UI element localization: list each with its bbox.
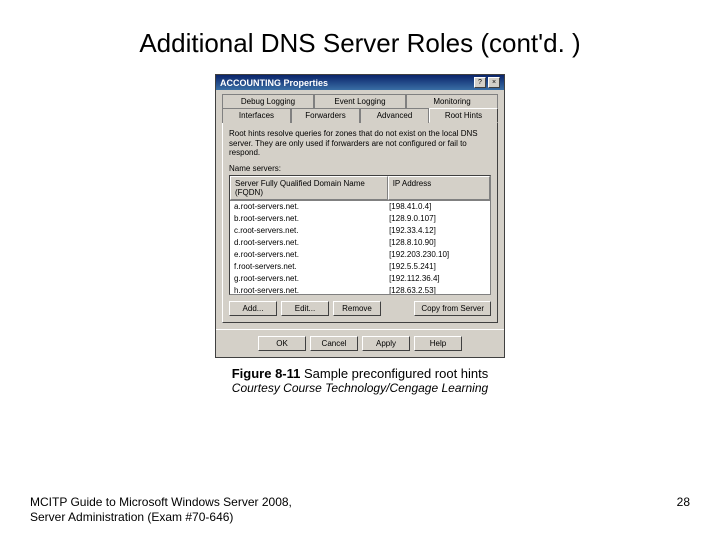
table-row[interactable]: f.root-servers.net.[192.5.5.241]: [230, 261, 490, 273]
cell-ip: [192.5.5.241]: [389, 261, 486, 273]
table-row[interactable]: h.root-servers.net.[128.63.2.53]: [230, 285, 490, 295]
window-controls: ? ×: [474, 77, 500, 88]
table-row[interactable]: b.root-servers.net.[128.9.0.107]: [230, 213, 490, 225]
cell-fqdn: d.root-servers.net.: [234, 237, 389, 249]
footer-text: MCITP Guide to Microsoft Windows Server …: [30, 495, 330, 524]
apply-button[interactable]: Apply: [362, 336, 410, 351]
column-ip[interactable]: IP Address: [388, 176, 490, 200]
column-fqdn[interactable]: Server Fully Qualified Domain Name (FQDN…: [230, 176, 388, 200]
cell-fqdn: a.root-servers.net.: [234, 201, 389, 213]
cell-fqdn: e.root-servers.net.: [234, 249, 389, 261]
table-row[interactable]: d.root-servers.net.[128.8.10.90]: [230, 237, 490, 249]
name-servers-label: Name servers:: [229, 164, 491, 173]
dialog-button-row: OK Cancel Apply Help: [216, 329, 504, 357]
cell-fqdn: c.root-servers.net.: [234, 225, 389, 237]
tab-forwarders[interactable]: Forwarders: [291, 108, 360, 123]
list-buttons-row: Add... Edit... Remove Copy from Server: [229, 301, 491, 316]
root-hints-panel: Root hints resolve queries for zones tha…: [222, 122, 498, 323]
cell-fqdn: b.root-servers.net.: [234, 213, 389, 225]
figure-title: Sample preconfigured root hints: [300, 366, 488, 381]
tab-advanced[interactable]: Advanced: [360, 108, 429, 123]
edit-button[interactable]: Edit...: [281, 301, 329, 316]
cell-ip: [128.8.10.90]: [389, 237, 486, 249]
tab-monitoring[interactable]: Monitoring: [406, 94, 498, 108]
page-number: 28: [677, 495, 690, 524]
add-button[interactable]: Add...: [229, 301, 277, 316]
cell-fqdn: h.root-servers.net.: [234, 285, 389, 295]
dialog-title: ACCOUNTING Properties: [220, 78, 328, 88]
properties-dialog: ACCOUNTING Properties ? × Debug Logging …: [215, 74, 505, 358]
table-row[interactable]: c.root-servers.net.[192.33.4.12]: [230, 225, 490, 237]
cancel-button[interactable]: Cancel: [310, 336, 358, 351]
list-header: Server Fully Qualified Domain Name (FQDN…: [230, 176, 490, 201]
remove-button[interactable]: Remove: [333, 301, 381, 316]
table-row[interactable]: a.root-servers.net.[198.41.0.4]: [230, 201, 490, 213]
cell-fqdn: g.root-servers.net.: [234, 273, 389, 285]
help-window-button[interactable]: ?: [474, 77, 486, 88]
cell-ip: [192.33.4.12]: [389, 225, 486, 237]
cell-ip: [192.112.36.4]: [389, 273, 486, 285]
table-row[interactable]: e.root-servers.net.[192.203.230.10]: [230, 249, 490, 261]
figure-caption: Figure 8-11 Sample preconfigured root hi…: [0, 366, 720, 395]
cell-ip: [128.63.2.53]: [389, 285, 486, 295]
cell-ip: [128.9.0.107]: [389, 213, 486, 225]
figure-courtesy: Courtesy Course Technology/Cengage Learn…: [0, 381, 720, 395]
panel-description: Root hints resolve queries for zones tha…: [229, 129, 491, 158]
help-button[interactable]: Help: [414, 336, 462, 351]
name-servers-list[interactable]: Server Fully Qualified Domain Name (FQDN…: [229, 175, 491, 295]
tab-debug-logging[interactable]: Debug Logging: [222, 94, 314, 108]
cell-ip: [198.41.0.4]: [389, 201, 486, 213]
copy-from-server-button[interactable]: Copy from Server: [414, 301, 491, 316]
slide-footer: MCITP Guide to Microsoft Windows Server …: [30, 495, 690, 524]
cell-fqdn: f.root-servers.net.: [234, 261, 389, 273]
tab-event-logging[interactable]: Event Logging: [314, 94, 406, 108]
tab-interfaces[interactable]: Interfaces: [222, 108, 291, 123]
slide-title: Additional DNS Server Roles (cont'd. ): [0, 0, 720, 69]
figure-number: Figure 8-11: [232, 366, 301, 381]
table-row[interactable]: g.root-servers.net.[192.112.36.4]: [230, 273, 490, 285]
dialog-titlebar: ACCOUNTING Properties ? ×: [216, 75, 504, 90]
close-window-button[interactable]: ×: [488, 77, 500, 88]
tab-root-hints[interactable]: Root Hints: [429, 108, 498, 123]
tab-strip: Debug Logging Event Logging Monitoring I…: [222, 94, 498, 123]
cell-ip: [192.203.230.10]: [389, 249, 486, 261]
ok-button[interactable]: OK: [258, 336, 306, 351]
